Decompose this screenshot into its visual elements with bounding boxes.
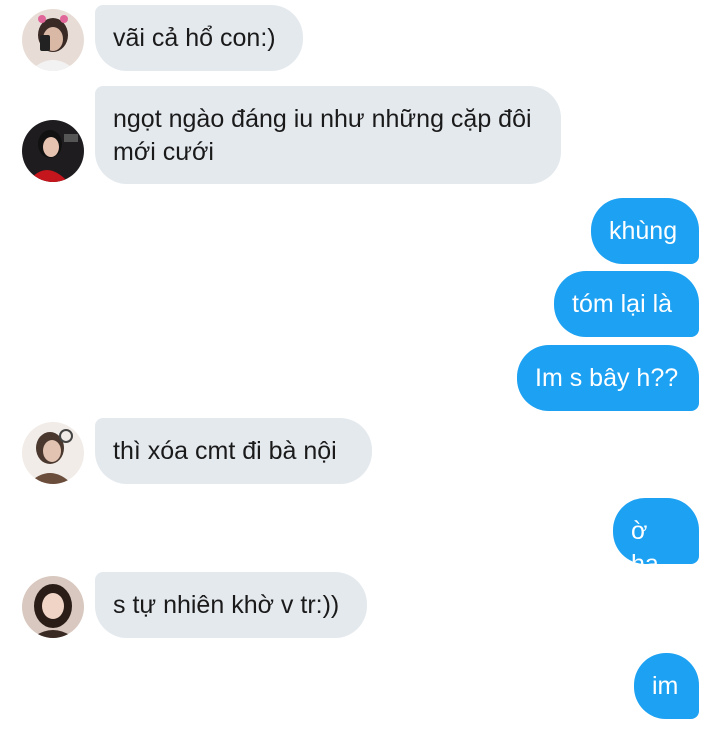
profile-photo-icon	[22, 576, 84, 638]
profile-photo-icon	[22, 422, 84, 484]
message-bubble-incoming[interactable]: ngọt ngào đáng iu như những cặp đôi mới …	[95, 86, 561, 184]
sender-avatar[interactable]	[22, 9, 84, 71]
message-bubble-outgoing[interactable]: tóm lại là	[554, 271, 699, 337]
message-bubble-outgoing[interactable]: ờ ha	[613, 498, 699, 578]
sender-avatar[interactable]	[22, 120, 84, 182]
message-bubble-incoming[interactable]: vãi cả hổ con:)	[95, 5, 303, 71]
profile-photo-icon	[22, 120, 84, 182]
message-bubble-outgoing[interactable]: im	[634, 653, 699, 719]
sender-avatar[interactable]	[22, 422, 84, 484]
message-bubble-outgoing[interactable]: Im s bây h??	[517, 345, 699, 411]
message-bubble-outgoing[interactable]: khùng	[591, 198, 699, 264]
profile-photo-icon	[22, 9, 84, 71]
message-bubble-incoming[interactable]: thì xóa cmt đi bà nội	[95, 418, 372, 484]
message-bubble-incoming[interactable]: s tự nhiên khờ v tr:))	[95, 572, 367, 638]
sender-avatar[interactable]	[22, 576, 84, 638]
